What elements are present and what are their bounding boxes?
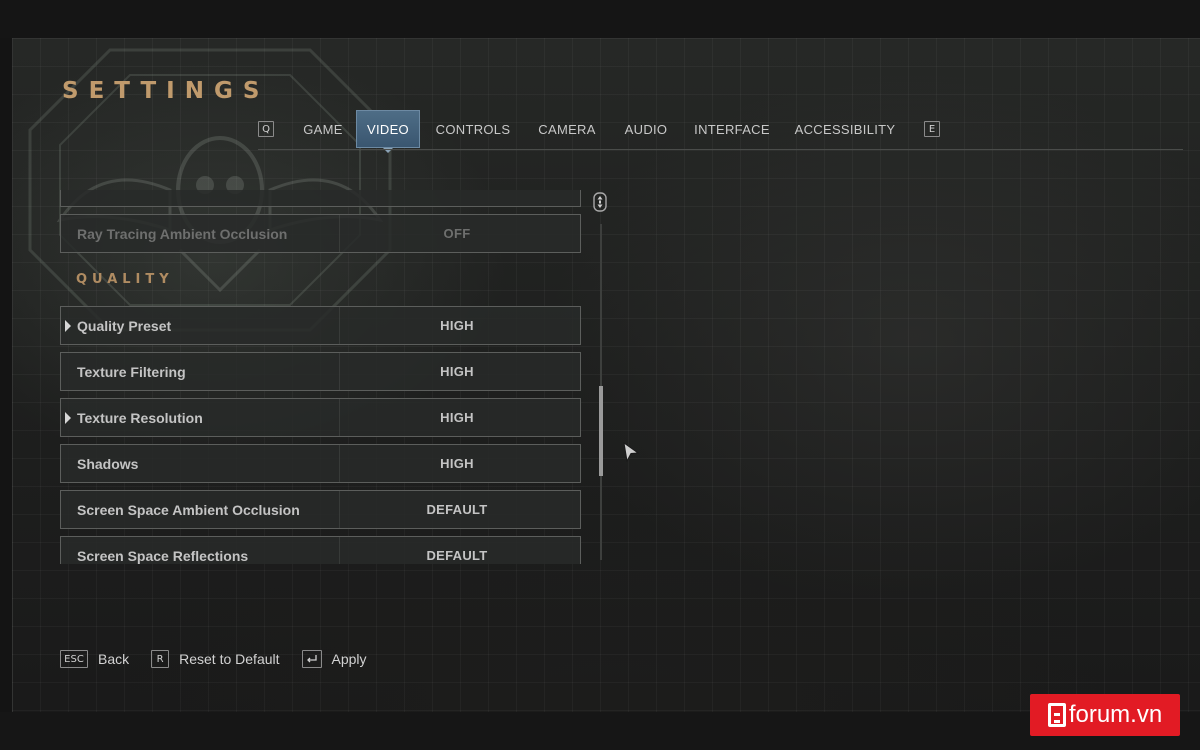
tab-controls-label: CONTROLS: [435, 121, 511, 137]
setting-label: Screen Space Ambient Occlusion: [77, 501, 300, 518]
settings-row-texture-resolution[interactable]: Texture Resolution HIGH: [60, 398, 581, 437]
tab-accessibility[interactable]: ACCESSIBILITY: [780, 110, 910, 148]
tab-camera[interactable]: CAMERA: [526, 110, 608, 148]
tab-camera-label: CAMERA: [538, 121, 596, 137]
expand-arrow-icon: [65, 412, 71, 424]
mouse-cursor-icon: [623, 442, 640, 462]
forum-watermark: forum.vn: [1030, 694, 1180, 736]
settings-list: Ray Tracing Ambient Occlusion OFF QUALIT…: [60, 190, 582, 564]
tab-game[interactable]: GAME: [290, 110, 356, 148]
setting-value: HIGH: [440, 364, 474, 379]
back-label: Back: [98, 651, 130, 667]
settings-row-texture-filtering[interactable]: Texture Filtering HIGH: [60, 352, 581, 391]
expand-arrow-icon: [65, 320, 71, 332]
settings-row-ray-tracing-ao[interactable]: Ray Tracing Ambient Occlusion OFF: [60, 214, 581, 253]
setting-value: DEFAULT: [426, 548, 488, 563]
footer-actions: ESC Back R Reset to Default Apply: [60, 648, 389, 670]
tab-game-label: GAME: [303, 121, 343, 137]
reset-to-default-button[interactable]: R Reset to Default: [151, 650, 280, 668]
watermark-text: forum.vn: [1068, 701, 1163, 728]
forum-logo-icon: [1047, 703, 1066, 727]
enter-key-icon: [301, 650, 322, 668]
apply-button[interactable]: Apply: [301, 650, 367, 668]
tab-bar: Q GAME VIDEO CONTROLS CAMERA AUDIO INTER…: [258, 110, 940, 153]
setting-value: DEFAULT: [426, 502, 488, 517]
letterbox-top: [0, 0, 1200, 38]
setting-label: Texture Filtering: [77, 363, 186, 380]
tab-audio[interactable]: AUDIO: [608, 110, 684, 148]
settings-row-ssao[interactable]: Screen Space Ambient Occlusion DEFAULT: [60, 490, 581, 529]
tab-underline: [258, 149, 1183, 150]
settings-row-partial[interactable]: [60, 190, 581, 207]
settings-row-quality-preset[interactable]: Quality Preset HIGH: [60, 306, 581, 345]
setting-label: Screen Space Reflections: [77, 547, 249, 564]
tab-interface-label: INTERFACE: [694, 121, 770, 137]
settings-row-ssr[interactable]: Screen Space Reflections DEFAULT: [60, 536, 581, 564]
tab-interface[interactable]: INTERFACE: [684, 110, 780, 148]
settings-row-shadows[interactable]: Shadows HIGH: [60, 444, 581, 483]
tab-video[interactable]: VIDEO: [356, 110, 420, 153]
setting-label: Ray Tracing Ambient Occlusion: [77, 225, 288, 242]
tab-accessibility-label: ACCESSIBILITY: [794, 121, 896, 137]
setting-value: HIGH: [440, 410, 474, 425]
tab-controls[interactable]: CONTROLS: [420, 110, 526, 148]
setting-value: OFF: [443, 226, 471, 241]
setting-label: Texture Resolution: [77, 409, 203, 426]
esc-key: ESC: [60, 650, 88, 668]
prev-tab-key[interactable]: Q: [258, 121, 274, 137]
back-button[interactable]: ESC Back: [60, 650, 129, 668]
scrollbar-thumb[interactable]: [599, 386, 603, 476]
r-key: R: [151, 650, 170, 668]
apply-label: Apply: [331, 651, 367, 667]
tab-video-label: VIDEO: [367, 121, 409, 137]
next-tab-key[interactable]: E: [924, 121, 940, 137]
setting-label: Quality Preset: [77, 317, 172, 334]
setting-value: HIGH: [440, 456, 474, 471]
page-title: SETTINGS: [62, 78, 270, 104]
reset-label: Reset to Default: [179, 651, 280, 667]
scroll-mouse-icon: [593, 192, 607, 212]
letterbox-bottom: [0, 712, 1200, 750]
setting-label: Shadows: [77, 455, 139, 472]
settings-screen: SETTINGS Q GAME VIDEO CONTROLS CAMERA AU…: [0, 0, 1200, 750]
tab-audio-label: AUDIO: [624, 121, 668, 137]
setting-value: HIGH: [440, 318, 474, 333]
section-title-quality: QUALITY: [76, 272, 174, 287]
